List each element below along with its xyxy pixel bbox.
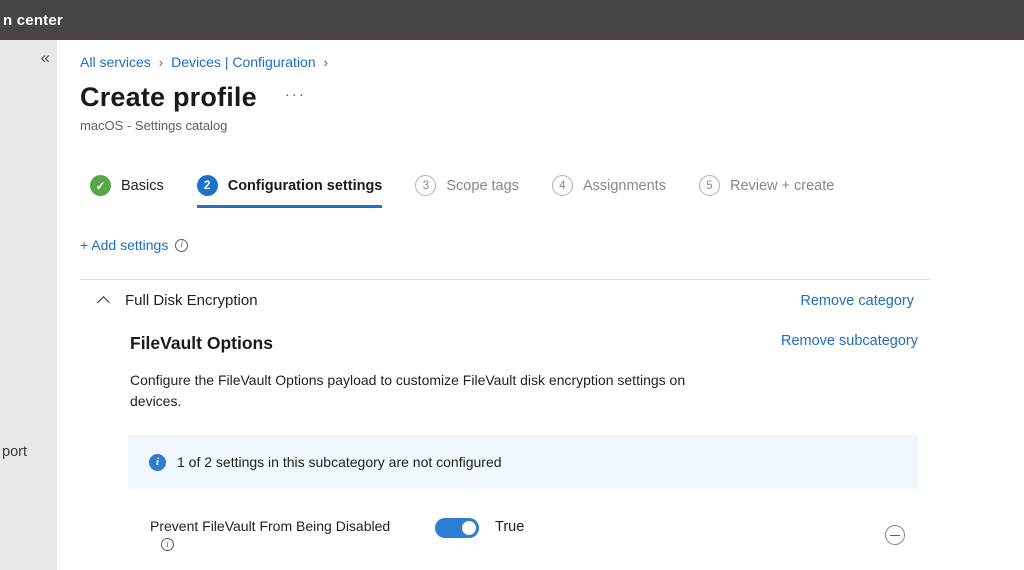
info-banner: i 1 of 2 settings in this subcategory ar… [128,435,918,489]
setting-info-icon[interactable]: i [161,538,174,551]
step-number-badge: 2 [197,175,218,196]
remove-setting-icon[interactable] [885,525,905,545]
info-icon: i [175,239,188,252]
remove-category-link[interactable]: Remove category [800,293,914,309]
more-options-icon[interactable]: ··· [285,86,306,103]
toggle-value-label: True [495,519,524,535]
subcategory-description: Configure the FileVault Options payload … [130,370,730,412]
breadcrumb-separator-icon: › [324,55,328,70]
info-filled-icon: i [149,454,166,471]
page-subtitle: macOS - Settings catalog [80,118,227,133]
step-number-badge: 5 [699,175,720,196]
app-title: n center [0,12,63,29]
step-complete-check-icon: ✓ [90,175,111,196]
breadcrumb-separator-icon: › [159,55,163,70]
step-number-badge: 3 [415,175,436,196]
step-label: Basics [121,178,164,194]
section-divider [80,279,930,280]
sidebar-item-truncated[interactable]: port [2,444,27,460]
wizard-steps: ✓ Basics 2 Configuration settings 3 Scop… [90,175,867,208]
step-label: Configuration settings [228,178,383,194]
subcategory-title: FileVault Options [130,333,273,354]
breadcrumb-devices-configuration[interactable]: Devices | Configuration [171,54,315,70]
subcategory-header: FileVault Options Remove subcategory [130,333,918,354]
top-app-bar: n center [0,0,1024,40]
breadcrumb: All services › Devices | Configuration › [80,54,336,70]
left-navigation-rail: « port [0,40,57,570]
info-banner-text: 1 of 2 settings in this subcategory are … [177,454,502,470]
tab-review-create[interactable]: 5 Review + create [699,175,834,208]
category-header: Full Disk Encryption Remove category [80,292,914,309]
page-title: Create profile [80,82,257,113]
tab-scope-tags[interactable]: 3 Scope tags [415,175,519,208]
category-name: Full Disk Encryption [125,292,258,309]
setting-toggle[interactable] [435,518,479,538]
step-number-badge: 4 [552,175,573,196]
toggle-knob [462,521,476,535]
step-label: Scope tags [446,178,519,194]
setting-label: Prevent FileVault From Being Disabled [150,518,390,534]
tab-configuration-settings[interactable]: 2 Configuration settings [197,175,383,208]
collapse-sidebar-icon[interactable]: « [41,48,50,68]
step-label: Assignments [583,178,666,194]
page-title-row: Create profile ··· [80,82,306,113]
breadcrumb-all-services[interactable]: All services [80,54,151,70]
chevron-up-icon[interactable] [97,296,110,309]
add-settings-link[interactable]: + Add settings i [80,237,188,253]
main-content: All services › Devices | Configuration ›… [57,40,1024,570]
tab-basics[interactable]: ✓ Basics [90,175,164,208]
step-label: Review + create [730,178,834,194]
add-settings-label: + Add settings [80,237,168,253]
remove-subcategory-link[interactable]: Remove subcategory [781,333,918,349]
tab-assignments[interactable]: 4 Assignments [552,175,666,208]
